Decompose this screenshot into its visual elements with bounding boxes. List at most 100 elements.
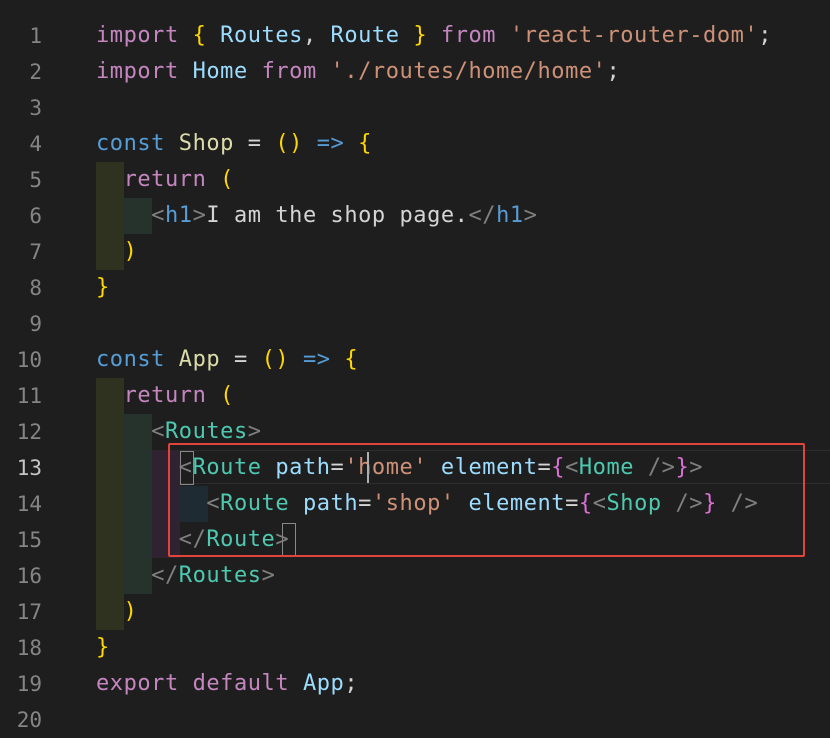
code-line[interactable]: 20 (0, 702, 830, 738)
code-line[interactable]: 18} (0, 630, 830, 666)
code-text: ) (96, 594, 137, 630)
code-line[interactable]: 4 const Shop = () => { (0, 126, 830, 162)
code-token: 'react-router-dom' (509, 23, 759, 48)
code-token: => (302, 347, 331, 372)
code-token: Shop (178, 131, 234, 156)
code-line[interactable]: 17 ) (0, 594, 830, 630)
code-token: Route (330, 23, 400, 48)
code-token: ) (123, 599, 138, 624)
code-token: } (96, 275, 110, 300)
code-token: { (344, 347, 359, 372)
code-text: ) (96, 234, 137, 270)
code-token: from (440, 23, 497, 48)
code-token: const (96, 347, 165, 372)
code-line[interactable]: 8} (0, 270, 830, 306)
line-number: 6 (29, 204, 42, 228)
code-text: } (96, 270, 110, 306)
code-line[interactable]: 3 (0, 90, 830, 126)
code-token: h1 (496, 203, 524, 228)
code-token: } (413, 23, 428, 48)
line-number: 3 (29, 96, 42, 120)
line-number: 5 (29, 168, 42, 192)
line-number: 14 (16, 492, 42, 516)
code-token: => (316, 131, 345, 156)
code-line[interactable]: 19 export default App; (0, 666, 830, 702)
code-line[interactable]: 6 <h1>I am the shop page.</h1> (0, 198, 830, 234)
code-token: , (302, 23, 331, 48)
code-token: Routes (220, 23, 303, 48)
line-number: 20 (16, 708, 42, 732)
code-token: I am the shop page. (206, 203, 469, 228)
code-token: { (358, 131, 372, 156)
code-editor[interactable]: 1 import { Routes, Route } from 'react-ro… (0, 0, 830, 732)
code-token: </ (468, 203, 497, 228)
line-number: 4 (29, 132, 42, 156)
code-token: > (261, 563, 276, 588)
code-token: < (151, 203, 165, 228)
code-text: export default App; (96, 666, 358, 702)
code-token: () (261, 347, 290, 372)
code-token: const (96, 131, 165, 156)
code-line[interactable]: 9 (0, 306, 830, 342)
code-token: ; (758, 23, 773, 48)
code-line[interactable]: 7 ) (0, 234, 830, 270)
line-number: 16 (16, 564, 42, 588)
code-token: Home (192, 59, 248, 84)
code-line[interactable]: 1 import { Routes, Route } from 'react-ro… (0, 18, 830, 54)
line-number: 18 (16, 636, 42, 660)
line-number: 7 (29, 240, 42, 264)
line-number: 11 (16, 384, 42, 408)
code-token: ( (220, 383, 234, 408)
code-token: export (96, 671, 179, 696)
code-token: ) (123, 239, 138, 264)
code-token: > (523, 203, 538, 228)
code-token: </ (151, 563, 179, 588)
code-token: ; (606, 59, 621, 84)
code-line[interactable]: 16 </Routes> (0, 558, 830, 594)
code-line[interactable]: 11 return ( (0, 378, 830, 414)
line-number: 12 (16, 420, 42, 444)
code-token: return (123, 167, 207, 192)
code-token: = (233, 131, 276, 156)
code-token: App (178, 347, 221, 372)
line-number: 9 (29, 312, 42, 336)
code-line[interactable]: 2 import Home from './routes/home/home'; (0, 54, 830, 90)
code-token: h1 (164, 203, 193, 228)
line-number: 1 (29, 24, 42, 48)
line-number: 10 (16, 348, 42, 372)
code-line[interactable]: 10 const App = () => { (0, 342, 830, 378)
code-text: return ( (96, 162, 234, 198)
code-token: < (151, 419, 165, 444)
code-line[interactable]: 5 return ( (0, 162, 830, 198)
code-token: () (275, 131, 303, 156)
line-number: 19 (16, 672, 42, 696)
code-text: import { Routes, Route } from 'react-rou… (96, 18, 772, 54)
code-text: return ( (96, 378, 234, 414)
code-token: import (96, 59, 179, 84)
code-text: import Home from './routes/home/home'; (96, 54, 620, 90)
code-token: > (247, 419, 262, 444)
code-text: const Shop = () => { (96, 126, 372, 162)
code-token: Routes (164, 419, 248, 444)
